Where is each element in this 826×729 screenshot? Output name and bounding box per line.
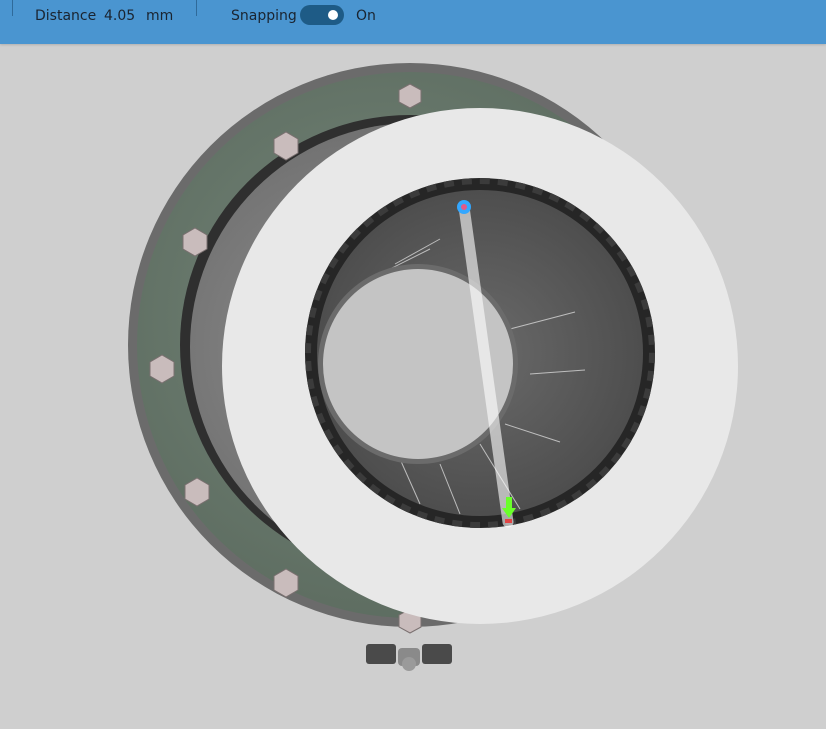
toolbar-separator [12, 0, 13, 16]
snapping-toggle[interactable] [300, 5, 344, 25]
snapping-label: Snapping [231, 8, 297, 24]
bottom-fittings [366, 644, 452, 671]
snapping-state: On [356, 8, 376, 24]
distance-value: 4.05 [104, 8, 136, 24]
toggle-knob [328, 10, 338, 20]
toolbar-separator [196, 0, 197, 16]
measurement-toolbar: Distance 4.05 mm Snapping On [0, 0, 826, 44]
3d-viewport[interactable] [0, 44, 826, 729]
distance-unit: mm [146, 8, 174, 24]
distance-label: Distance [35, 8, 97, 24]
3d-scene[interactable] [0, 44, 826, 729]
measure-start-point-icon[interactable] [457, 200, 471, 214]
